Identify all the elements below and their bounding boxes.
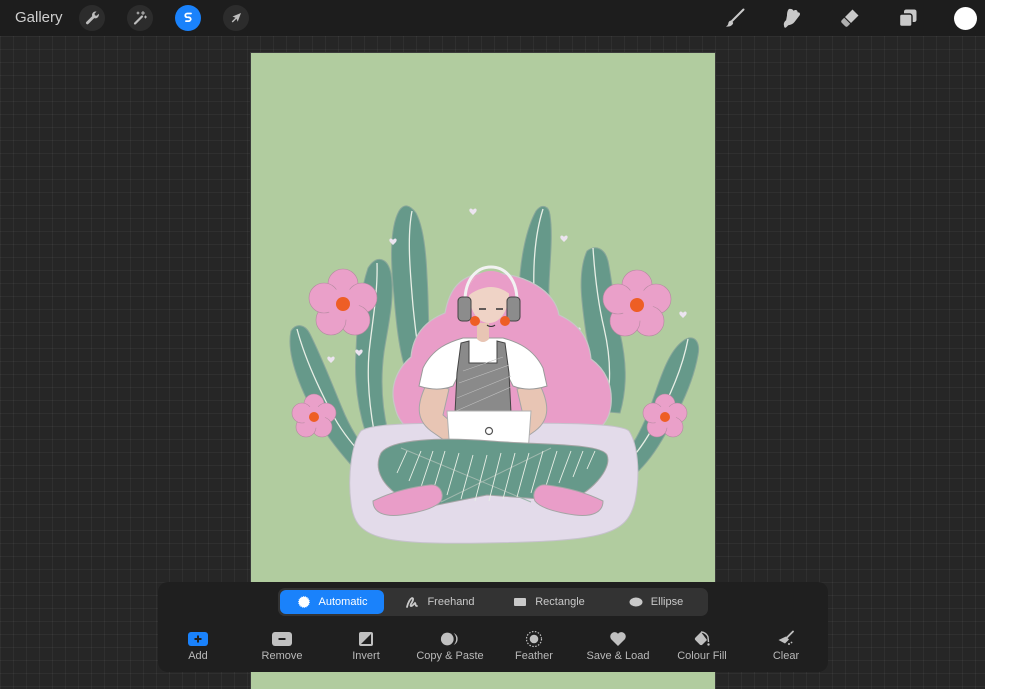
mode-automatic-label: Automatic — [318, 596, 368, 608]
copy-paste-button[interactable]: Copy & Paste — [408, 630, 492, 666]
headphone-right — [506, 296, 521, 322]
layers-icon — [898, 9, 917, 28]
colour-fill-label: Colour Fill — [677, 650, 727, 662]
remove-label: Remove — [261, 650, 303, 662]
colour-fill-button[interactable]: Colour Fill — [660, 630, 744, 666]
rectangle-icon — [513, 595, 527, 609]
fill-bucket-icon — [692, 630, 712, 648]
top-toolbar: Gallery — [0, 0, 985, 36]
selection-button[interactable] — [175, 5, 201, 31]
headphone-left — [457, 296, 472, 322]
actions-button[interactable] — [79, 5, 105, 31]
copy-paste-label: Copy & Paste — [416, 650, 484, 662]
save-load-button[interactable]: Save & Load — [576, 630, 660, 666]
add-button[interactable]: Add — [156, 630, 240, 666]
smudge-tool[interactable] — [779, 5, 805, 31]
mode-rectangle[interactable]: Rectangle — [498, 590, 600, 614]
cheek-left — [470, 316, 480, 326]
minus-square-icon — [272, 630, 292, 648]
transform-button[interactable] — [223, 5, 249, 31]
selection-s-icon — [183, 12, 192, 22]
save-load-label: Save & Load — [586, 650, 650, 662]
plus-square-icon — [188, 630, 208, 648]
eraser-icon — [841, 9, 859, 27]
smudge-finger-icon — [783, 8, 800, 28]
flower-right-large — [602, 269, 672, 337]
invert-button[interactable]: Invert — [324, 630, 408, 666]
ellipse-icon — [629, 595, 643, 609]
feather-dotted-circle-icon — [524, 630, 544, 648]
brush-icon — [726, 8, 745, 27]
mode-ellipse-label: Ellipse — [650, 596, 684, 608]
neck — [477, 323, 489, 342]
heart-icon — [608, 630, 628, 648]
invert-icon — [356, 630, 376, 648]
wrench-icon — [85, 11, 99, 25]
cheek-right — [500, 316, 510, 326]
feather-button[interactable]: Feather — [492, 630, 576, 666]
magic-wand-icon — [133, 10, 148, 25]
eraser-tool[interactable] — [837, 5, 863, 31]
add-label: Add — [188, 650, 208, 662]
mode-freehand-label: Freehand — [427, 596, 475, 608]
colour-picker-swatch[interactable] — [954, 7, 977, 30]
mode-freehand[interactable]: Freehand — [390, 590, 490, 614]
selection-mode-segmented-control: Automatic Freehand Rectangle Ellipse — [278, 588, 708, 616]
clear-label: Clear — [772, 650, 800, 662]
adjustments-button[interactable] — [127, 5, 153, 31]
feather-label: Feather — [515, 650, 553, 662]
mode-automatic[interactable]: Automatic — [280, 590, 384, 614]
selection-panel: Automatic Freehand Rectangle Ellipse Add… — [158, 582, 828, 672]
remove-button[interactable]: Remove — [240, 630, 324, 666]
mode-ellipse[interactable]: Ellipse — [608, 590, 704, 614]
procreate-app: Gallery Automatic Freehand Rectangle Ell… — [0, 0, 985, 689]
layers-tool[interactable] — [895, 5, 921, 31]
freehand-squiggle-icon — [405, 595, 419, 609]
invert-label: Invert — [352, 650, 380, 662]
clear-broom-icon — [776, 630, 796, 648]
copy-paste-icon — [440, 630, 460, 648]
sparkle-circle-icon — [297, 595, 311, 609]
mode-rectangle-label: Rectangle — [535, 596, 585, 608]
gallery-button[interactable]: Gallery — [15, 9, 63, 26]
clear-button[interactable]: Clear — [744, 630, 828, 666]
arrow-cursor-icon — [231, 13, 241, 23]
paint-brush-tool[interactable] — [722, 5, 748, 31]
